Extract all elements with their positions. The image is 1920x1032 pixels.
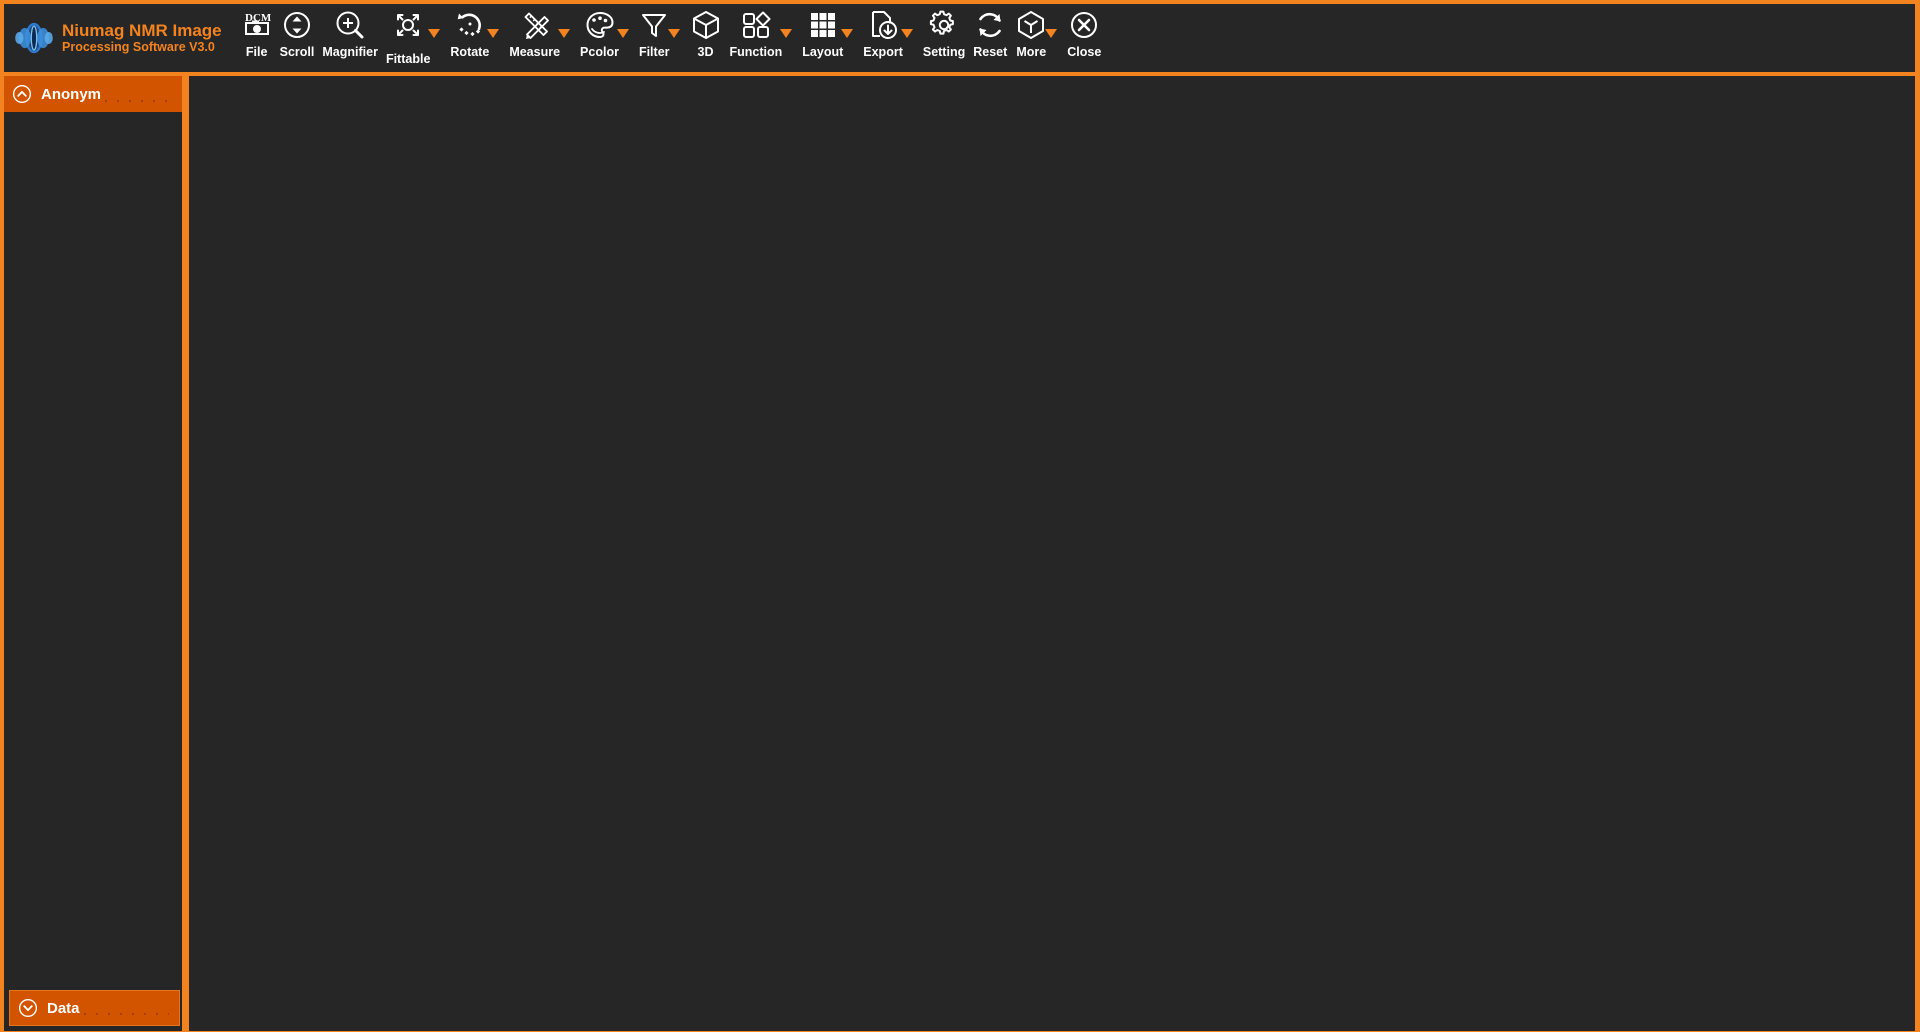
panel-dotted-rule (80, 991, 179, 1025)
refresh-icon (974, 4, 1006, 44)
toolbar-button-rotate[interactable]: Rotate (446, 4, 493, 72)
brand-subtitle: Processing Software V3.0 (62, 41, 222, 55)
toolbar-label-setting: Setting (923, 45, 965, 59)
toolbar-button-export[interactable]: Export (859, 4, 907, 72)
toolbar-label-more: More (1016, 45, 1046, 59)
file-download-icon (867, 4, 899, 44)
toolbar-button-scroll[interactable]: Scroll (276, 4, 319, 72)
toolbar-label-close: Close (1067, 45, 1101, 59)
sidebar-panel-anonym[interactable]: Anonym (4, 76, 182, 112)
toolbar-button-file[interactable]: DCM File (238, 4, 276, 72)
toolbar-button-fittable[interactable]: Fittable (382, 4, 434, 72)
toolbar-label-reset: Reset (973, 45, 1007, 59)
toolbar-button-more[interactable]: More (1011, 4, 1051, 72)
toolbar-label-rotate: Rotate (450, 45, 489, 59)
toolbar-label-filter: Filter (639, 45, 670, 59)
toolbar-label-file: File (246, 45, 268, 59)
sidebar: Anonym Data (4, 76, 182, 1031)
toolbar-label-export: Export (863, 45, 903, 59)
gear-icon (929, 4, 959, 44)
magnifier-icon (334, 4, 366, 44)
funnel-icon (639, 4, 669, 44)
chevron-down-icon[interactable] (841, 29, 853, 38)
toolbar-button-setting[interactable]: Setting (919, 4, 969, 72)
fit-to-screen-icon (393, 4, 423, 44)
scroll-icon (282, 4, 312, 44)
niumag-logo-icon (12, 16, 56, 60)
shapes-icon (740, 4, 772, 44)
chevron-down-icon[interactable] (428, 29, 440, 38)
palette-icon (584, 4, 616, 44)
chevron-down-icon[interactable] (780, 29, 792, 38)
chevron-down-icon[interactable] (1045, 29, 1057, 38)
brand-text: Niumag NMR Image Processing Software V3.… (62, 22, 222, 55)
brand: Niumag NMR Image Processing Software V3.… (4, 4, 222, 72)
main-body: Anonym Data (4, 76, 1915, 1031)
toolbar-label-measure: Measure (509, 45, 560, 59)
panel-dotted-rule (101, 76, 182, 112)
toolbar-items: DCM File Scroll (222, 4, 1106, 72)
toolbar-label-function: Function (730, 45, 783, 59)
toolbar-button-close[interactable]: Close (1063, 4, 1105, 72)
chevron-down-icon[interactable] (901, 29, 913, 38)
cube-icon (690, 4, 722, 44)
toolbar-button-pcolor[interactable]: Pcolor (576, 4, 623, 72)
toolbar-button-filter[interactable]: Filter (635, 4, 674, 72)
toolbar: Niumag NMR Image Processing Software V3.… (4, 4, 1915, 72)
grid-icon (808, 4, 838, 44)
chevron-down-icon[interactable] (558, 29, 570, 38)
toolbar-label-magnifier: Magnifier (322, 45, 378, 59)
ruler-pencil-icon (519, 4, 551, 44)
toolbar-label-fittable: Fittable (386, 52, 430, 66)
toolbar-button-3d[interactable]: 3D (686, 4, 726, 72)
image-canvas[interactable] (189, 76, 1915, 1031)
toolbar-button-reset[interactable]: Reset (969, 4, 1011, 72)
toolbar-button-measure[interactable]: Measure (505, 4, 564, 72)
chevron-down-icon[interactable] (668, 29, 680, 38)
sidebar-panel-label-anonym: Anonym (41, 86, 101, 103)
toolbar-label-pcolor: Pcolor (580, 45, 619, 59)
close-circle-icon (1069, 4, 1099, 44)
toolbar-button-function[interactable]: Function (726, 4, 787, 72)
hexagon-icon (1015, 4, 1047, 44)
main-canvas-container (185, 76, 1915, 1031)
chevron-down-icon[interactable] (487, 29, 499, 38)
dcm-camera-icon: DCM (242, 4, 272, 44)
sidebar-panel-label-data: Data (47, 1000, 80, 1017)
sidebar-content-area (4, 112, 182, 990)
application-window: Niumag NMR Image Processing Software V3.… (0, 0, 1920, 1032)
toolbar-button-magnifier[interactable]: Magnifier (318, 4, 382, 72)
chevron-down-icon[interactable] (617, 29, 629, 38)
brand-title: Niumag NMR Image (62, 22, 222, 40)
toolbar-button-layout[interactable]: Layout (798, 4, 847, 72)
toolbar-label-3d: 3D (698, 45, 714, 59)
rotate-icon (454, 4, 486, 44)
sidebar-panel-data[interactable]: Data (9, 990, 180, 1026)
chevron-up-icon (12, 84, 32, 104)
toolbar-label-layout: Layout (802, 45, 843, 59)
chevron-down-icon (18, 998, 38, 1018)
toolbar-label-scroll: Scroll (280, 45, 315, 59)
